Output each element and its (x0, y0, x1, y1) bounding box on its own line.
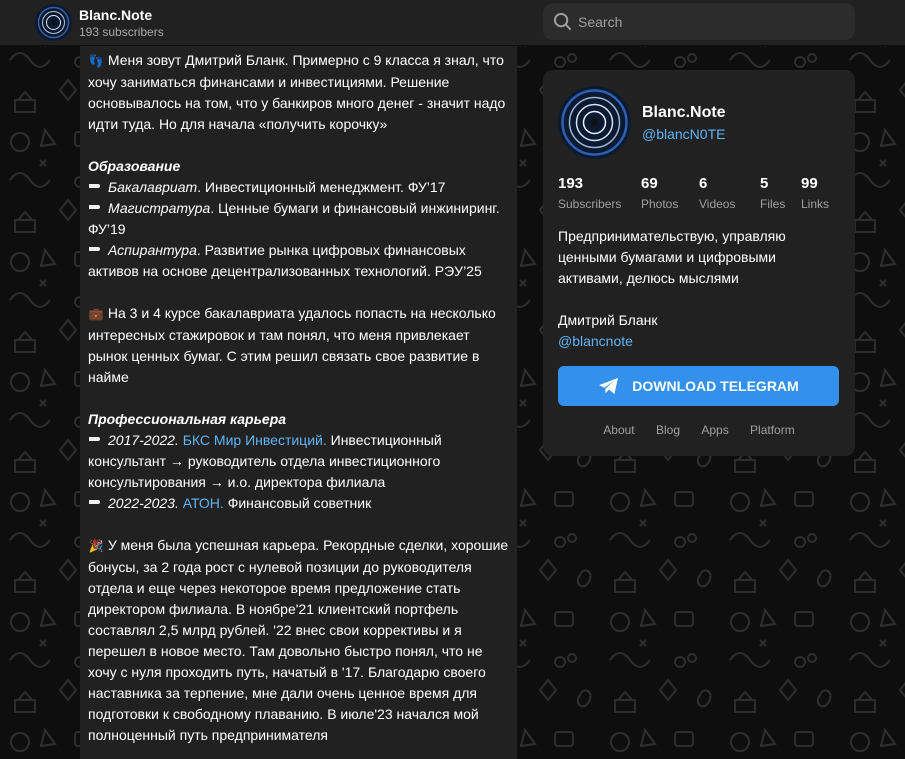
channel-name: Blanc.Note (642, 104, 726, 121)
footer-link-apps[interactable]: Apps (701, 423, 728, 437)
story-text: У меня была успешная карьера. Рекордные … (88, 537, 509, 743)
party-popper-icon: 🎉 (88, 539, 104, 553)
education-section: Образование Бакалавриат. Инвестиционный … (88, 156, 509, 282)
pointing-hand-icon (89, 184, 100, 188)
stat-photos[interactable]: 69 Photos (641, 175, 678, 213)
pointing-hand-icon (89, 205, 100, 209)
pointing-hand-icon (89, 437, 100, 441)
search-icon (553, 12, 572, 31)
briefcase-icon: 💼 (88, 307, 104, 321)
stat-videos[interactable]: 6 Videos (699, 175, 735, 213)
download-telegram-button[interactable]: DOWNLOAD TELEGRAM (558, 366, 839, 406)
owner-handle-link[interactable]: @blancnote (558, 331, 633, 352)
stat-links[interactable]: 99 Links (801, 175, 829, 213)
education-item: Магистратура. Ценные бумаги и финансовый… (88, 200, 500, 237)
top-bar: Blanc.Note 193 subscribers (0, 0, 905, 46)
bks-link[interactable]: БКС Мир Инвестиций. (183, 432, 327, 448)
footer-link-blog[interactable]: Blog (656, 423, 680, 437)
pointing-hand-icon (89, 247, 100, 251)
channel-title[interactable]: Blanc.Note (79, 7, 152, 23)
pointing-hand-icon (89, 500, 100, 504)
telegram-plane-icon (599, 377, 619, 395)
internship-paragraph: 💼 На 3 и 4 курсе бакалавриата удалось по… (88, 303, 509, 388)
channel-stats: 193 Subscribers 69 Photos 6 Videos 5 Fil… (558, 175, 848, 215)
subscriber-count: 193 subscribers (79, 25, 164, 39)
career-heading: Профессиональная карьера (88, 411, 287, 427)
career-item: 2017-2022. БКС Мир Инвестиций. Инвестици… (88, 432, 442, 490)
channel-info-card: Blanc.Note @blancN0TE 193 Subscribers 69… (543, 70, 855, 456)
education-item: Бакалавриат. Инвестиционный менеджмент. … (88, 177, 509, 198)
footprints-icon: 👣 (88, 54, 104, 68)
post-intro-paragraph: 👣 Меня зовут Дмитрий Бланк. Примерно с 9… (88, 50, 509, 135)
career-item: 2022-2023. АТОН. Финансовый советник (88, 493, 509, 514)
channel-avatar-icon[interactable] (35, 4, 72, 41)
education-heading: Образование (88, 158, 181, 174)
channel-handle-link[interactable]: @blancN0TE (642, 126, 725, 142)
footer-link-platform[interactable]: Platform (750, 423, 795, 437)
search-box[interactable] (543, 3, 855, 40)
channel-post: 👣 Меня зовут Дмитрий Бланк. Примерно с 9… (80, 46, 517, 759)
post-intro-text: Меня зовут Дмитрий Бланк. Примерно с 9 к… (88, 52, 506, 132)
channel-avatar-large-icon (558, 86, 631, 159)
education-item: Аспирантура. Развитие рынка цифровых фин… (88, 242, 482, 279)
internship-text: На 3 и 4 курсе бакалавриата удалось попа… (88, 305, 496, 385)
stat-subscribers[interactable]: 193 Subscribers (558, 175, 621, 213)
career-section: Профессиональная карьера 2017-2022. БКС … (88, 409, 509, 514)
aton-link[interactable]: АТОН. (183, 495, 224, 511)
footer-link-about[interactable]: About (603, 423, 634, 437)
story-paragraph: 🎉 У меня была успешная карьера. Рекордны… (88, 535, 509, 746)
footer-links: About Blog Apps Platform (543, 423, 855, 437)
owner-name: Дмитрий Бланк (558, 312, 658, 328)
search-input[interactable] (578, 3, 843, 40)
download-telegram-label: DOWNLOAD TELEGRAM (632, 378, 799, 394)
stat-files[interactable]: 5 Files (760, 175, 785, 213)
channel-description: Предпринимательствую, управляю ценными б… (558, 228, 786, 286)
